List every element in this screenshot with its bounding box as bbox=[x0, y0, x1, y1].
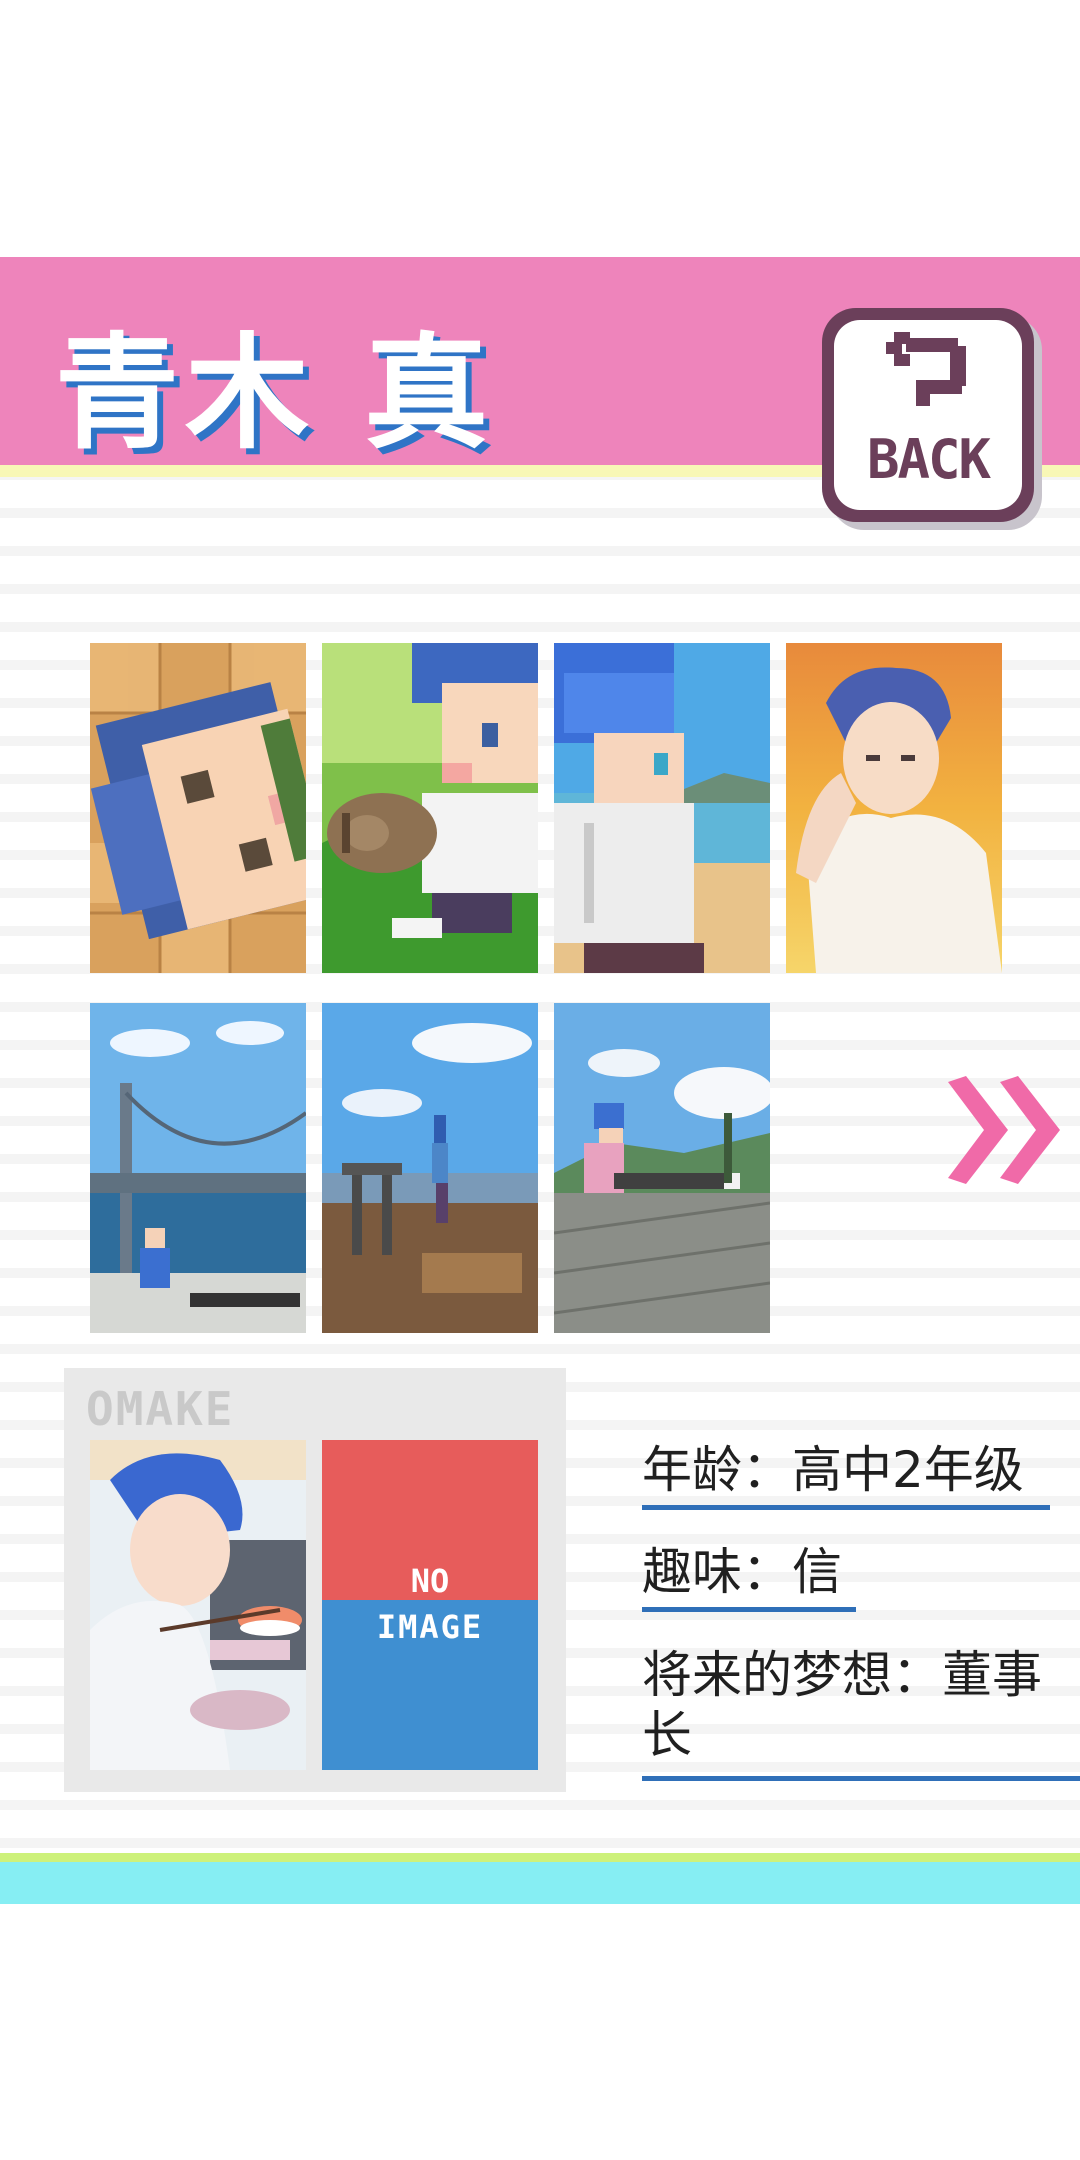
thumb-image-bridge bbox=[90, 1003, 306, 1333]
thumb-image-pixel-face bbox=[90, 643, 306, 973]
gallery-thumb-2[interactable] bbox=[322, 643, 538, 973]
character-name: 青木 真 bbox=[55, 322, 495, 466]
double-chevron-right-icon bbox=[948, 1076, 1060, 1184]
gallery-thumb-1[interactable] bbox=[90, 643, 306, 973]
thumb-image-boy-on-deck bbox=[554, 1003, 770, 1333]
back-label: BACK bbox=[866, 428, 991, 491]
gallery-thumb-5[interactable] bbox=[90, 1003, 306, 1333]
profile-hobby: 趣味：信 bbox=[642, 1543, 842, 1601]
thumb-image-pixel-boy-cat bbox=[322, 643, 538, 973]
profile-age: 年龄：高中2年级 bbox=[642, 1441, 1024, 1499]
thumb-image-pixel-boy-beach bbox=[554, 643, 770, 973]
omake-label: OMAKE bbox=[86, 1382, 235, 1436]
omake-panel: OMAKE NO IMAGE bbox=[64, 1368, 566, 1792]
profile-age-underline bbox=[642, 1505, 1050, 1510]
no-image-text-no: NO bbox=[410, 1562, 450, 1600]
thumb-image-anime-boy-sunset bbox=[786, 643, 1002, 973]
footer-cyan-band bbox=[0, 1862, 1080, 1904]
profile-dream: 将来的梦想：董事长 bbox=[642, 1646, 1042, 1764]
back-button-face: BACK bbox=[834, 320, 1022, 510]
gallery-thumb-3[interactable] bbox=[554, 643, 770, 973]
back-return-arrow-icon bbox=[886, 332, 966, 406]
no-image-placeholder[interactable]: NO IMAGE bbox=[322, 1440, 538, 1770]
profile-dream-underline bbox=[642, 1776, 1080, 1781]
next-page-arrow[interactable] bbox=[948, 1076, 1068, 1184]
footer-green-stripe bbox=[0, 1853, 1080, 1862]
back-button[interactable]: BACK bbox=[822, 308, 1034, 522]
gallery-thumb-7[interactable] bbox=[554, 1003, 770, 1333]
thumb-image-boy-eating-sushi bbox=[90, 1440, 306, 1770]
gallery-thumb-4[interactable] bbox=[786, 643, 1002, 973]
thumb-image-viewpoint bbox=[322, 1003, 538, 1333]
omake-thumb-1[interactable] bbox=[90, 1440, 306, 1770]
profile-hobby-underline bbox=[642, 1607, 856, 1612]
no-image-text-image: IMAGE bbox=[376, 1608, 484, 1646]
gallery-thumb-6[interactable] bbox=[322, 1003, 538, 1333]
